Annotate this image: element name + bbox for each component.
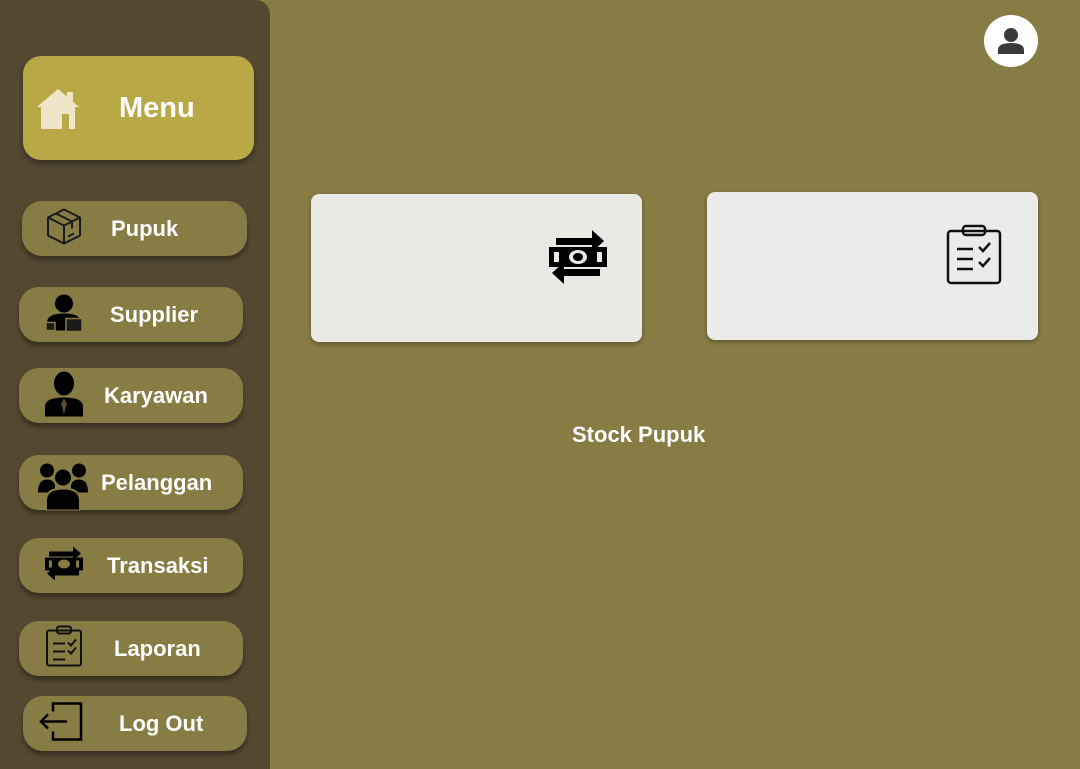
sidebar-item-karyawan[interactable]: Karyawan <box>19 368 243 423</box>
customers-group-icon <box>38 459 88 516</box>
package-box-icon <box>44 206 84 251</box>
supplier-person-icon <box>44 292 86 337</box>
sidebar-item-label: Pupuk <box>111 215 179 241</box>
sidebar-item-laporan[interactable]: Laporan <box>19 621 243 676</box>
sidebar-item-supplier[interactable]: Supplier <box>19 287 243 342</box>
money-exchange-icon <box>43 543 85 588</box>
money-exchange-icon <box>546 226 610 293</box>
menu-button[interactable]: Menu <box>23 56 254 160</box>
logout-button[interactable]: Log Out <box>23 696 247 751</box>
sidebar: Menu Pupuk Supplier Karyawan Pelanggan T… <box>0 0 270 769</box>
menu-label: Menu <box>119 92 195 124</box>
clipboard-checklist-icon <box>945 224 1003 291</box>
sidebar-item-pelanggan[interactable]: Pelanggan <box>19 455 243 512</box>
sidebar-item-transaksi[interactable]: Transaksi <box>19 538 243 593</box>
employee-icon <box>43 370 85 421</box>
logout-icon <box>37 699 85 748</box>
sidebar-item-label: Transaksi <box>107 552 209 578</box>
sidebar-item-label: Pelanggan <box>101 469 213 495</box>
home-icon <box>35 87 81 136</box>
sidebar-item-label: Supplier <box>110 301 199 327</box>
sidebar-item-label: Karyawan <box>104 382 208 408</box>
sidebar-item-label: Log Out <box>119 710 204 736</box>
user-icon <box>998 28 1024 54</box>
transaksi-card[interactable] <box>311 194 642 342</box>
sidebar-item-pupuk[interactable]: Pupuk <box>22 201 247 256</box>
laporan-card[interactable] <box>707 192 1038 340</box>
user-avatar-button[interactable] <box>984 15 1038 67</box>
clipboard-checklist-icon <box>44 625 84 672</box>
sidebar-item-label: Laporan <box>114 635 201 661</box>
stock-pupuk-caption: Stock Pupuk <box>572 422 706 447</box>
